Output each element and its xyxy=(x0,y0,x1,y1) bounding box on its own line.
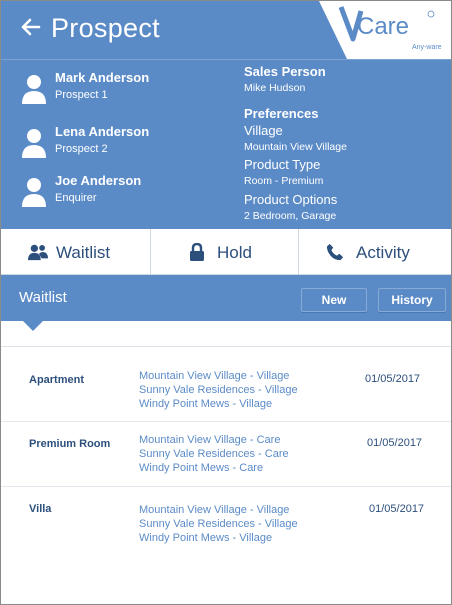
prospect-card[interactable]: Joe Anderson Enquirer xyxy=(21,173,221,209)
location-line: Sunny Vale Residences - Village xyxy=(139,518,298,530)
product-type-name: Villa xyxy=(29,503,52,515)
svg-text:Any-ware: Any-ware xyxy=(412,44,442,51)
lock-icon xyxy=(190,243,204,261)
row-date: 01/05/2017 xyxy=(367,437,423,449)
logo-background-icon: Care Any-ware xyxy=(319,1,451,59)
history-button[interactable]: History xyxy=(378,288,446,312)
prospect-role: Prospect 1 xyxy=(55,89,108,101)
app-frame: Prospect Care Any-ware Mark Anderson Pro… xyxy=(0,0,452,605)
location-line: Mountain View Village - Village xyxy=(139,370,290,382)
location-list: Mountain View Village - Village Sunny Va… xyxy=(139,503,298,545)
location-line: Windy Point Mews - Care xyxy=(139,462,264,474)
svg-text:Care: Care xyxy=(357,13,409,40)
location-line: Windy Point Mews - Village xyxy=(139,398,273,410)
product-type-label: Product Type xyxy=(244,157,321,172)
new-button[interactable]: New xyxy=(301,288,367,312)
sales-person-label: Sales Person xyxy=(244,64,326,79)
row-separator xyxy=(1,421,451,422)
list-divider xyxy=(1,346,451,347)
person-icon xyxy=(22,129,46,158)
back-arrow-icon[interactable] xyxy=(20,16,42,38)
prospect-name: Lena Anderson xyxy=(55,124,150,139)
people-icon xyxy=(28,244,48,261)
location-line: Mountain View Village - Village xyxy=(139,504,290,516)
location-line: Sunny Vale Residences - Care xyxy=(139,448,289,460)
page-title: Prospect xyxy=(51,13,160,43)
product-type-value: Room - Premium xyxy=(244,175,324,187)
location-line: Mountain View Village - Care xyxy=(139,434,281,446)
prospect-role: Enquirer xyxy=(55,192,97,204)
section-title: Waitlist xyxy=(19,289,67,306)
prospect-details-panel: Mark Anderson Prospect 1 Lena Anderson P… xyxy=(1,59,451,229)
list-item[interactable]: Apartment Mountain View Village - Villag… xyxy=(1,369,451,429)
prospect-card[interactable]: Lena Anderson Prospect 2 xyxy=(21,124,221,160)
preferences-label: Preferences xyxy=(244,106,319,121)
location-line: Windy Point Mews - Village xyxy=(139,532,273,544)
prospect-role: Prospect 2 xyxy=(55,143,108,155)
sales-person-value: Mike Hudson xyxy=(244,82,306,94)
prospect-name: Joe Anderson xyxy=(55,173,142,188)
village-label: Village xyxy=(244,123,283,138)
waitlist-section-header: Waitlist New History xyxy=(1,275,451,321)
tab-bar: Waitlist Hold Activity xyxy=(1,229,451,275)
list-item[interactable]: Villa Mountain View Village - Village Su… xyxy=(1,503,451,563)
tab-activity[interactable]: Activity xyxy=(299,229,451,275)
tab-hold[interactable]: Hold xyxy=(151,229,298,275)
row-date: 01/05/2017 xyxy=(369,503,425,515)
vcare-logo: Care Any-ware xyxy=(319,1,451,59)
active-tab-pointer xyxy=(23,321,43,331)
prospect-card[interactable]: Mark Anderson Prospect 1 xyxy=(21,70,221,106)
tab-label: Waitlist xyxy=(56,243,111,262)
tab-label: Hold xyxy=(217,243,252,262)
product-type-name: Premium Room xyxy=(29,438,111,450)
person-icon xyxy=(22,178,46,207)
tab-label: Activity xyxy=(356,243,410,262)
tab-waitlist[interactable]: Waitlist xyxy=(1,229,150,275)
row-date: 01/05/2017 xyxy=(365,373,421,385)
village-value: Mountain View Village xyxy=(244,141,347,153)
phone-icon xyxy=(326,243,344,261)
header-bar: Prospect Care Any-ware xyxy=(1,1,451,59)
location-list: Mountain View Village - Care Sunny Vale … xyxy=(139,433,289,475)
product-options-value: 2 Bedroom, Garage xyxy=(244,210,337,222)
row-separator xyxy=(1,486,451,487)
location-list: Mountain View Village - Village Sunny Va… xyxy=(139,369,298,411)
product-type-name: Apartment xyxy=(29,374,85,386)
product-options-label: Product Options xyxy=(244,192,338,207)
list-item[interactable]: Premium Room Mountain View Village - Car… xyxy=(1,433,451,493)
prospect-name: Mark Anderson xyxy=(55,70,150,85)
person-icon xyxy=(22,75,46,104)
location-line: Sunny Vale Residences - Village xyxy=(139,384,298,396)
